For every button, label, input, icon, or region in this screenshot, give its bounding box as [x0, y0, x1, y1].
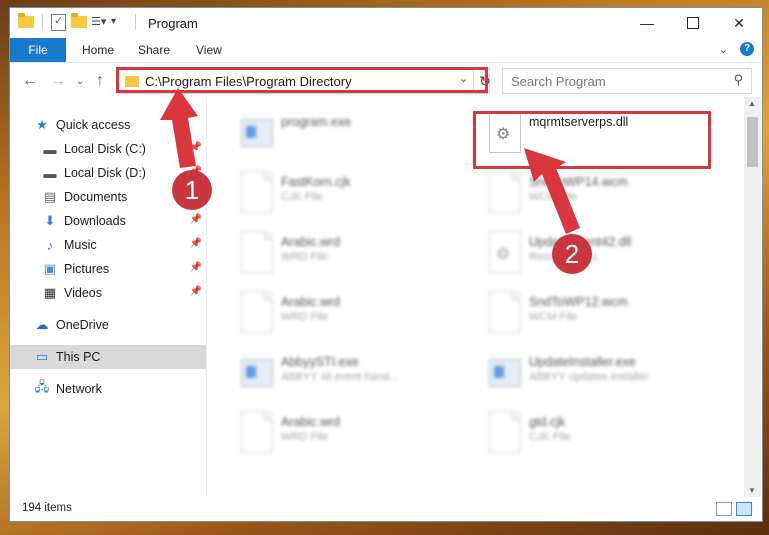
arrow-to-address-bar [160, 88, 198, 168]
step-2-badge: 2 [552, 234, 592, 274]
step-1-badge: 1 [172, 170, 212, 210]
arrow-to-dll-file [524, 148, 580, 234]
annotation-arrows [160, 88, 580, 234]
